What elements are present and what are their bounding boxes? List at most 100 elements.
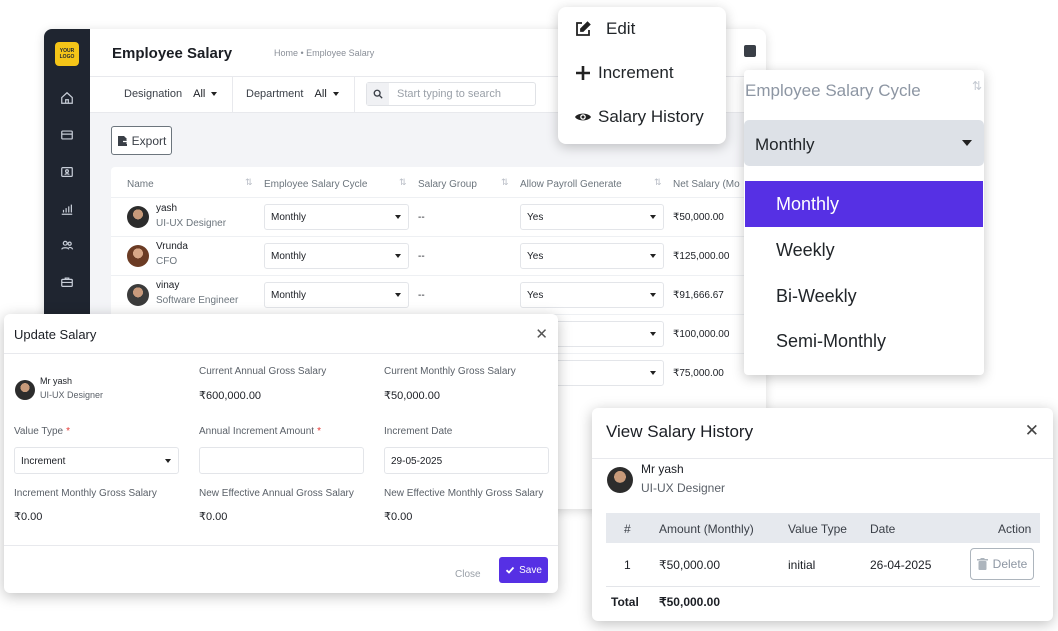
designation-value: All: [193, 88, 206, 100]
payroll-select[interactable]: Yes: [520, 282, 664, 308]
table-row: yash UI-UX Designer Monthly -- Yes ₹50,0…: [111, 197, 766, 236]
chevron-down-icon: [395, 215, 401, 219]
eye-icon: [575, 113, 591, 121]
salary-cycle-value: Monthly: [755, 135, 815, 154]
column-header-value-type: Value Type: [788, 522, 847, 536]
salary-group: --: [418, 212, 425, 223]
annual-increment-label: Annual Increment Amount *: [199, 426, 321, 437]
card-icon[interactable]: [58, 126, 76, 144]
department-value: All: [314, 88, 327, 100]
designation-filter[interactable]: Designation All: [124, 88, 218, 100]
option-weekly[interactable]: Weekly: [745, 227, 983, 273]
home-icon[interactable]: [58, 89, 76, 107]
column-header-group[interactable]: Salary Group: [418, 179, 477, 190]
column-header-name[interactable]: Name: [127, 179, 154, 190]
users-icon[interactable]: [58, 236, 76, 254]
notes-icon[interactable]: [744, 45, 756, 57]
column-header-cycle[interactable]: Employee Salary Cycle: [264, 179, 367, 190]
breadcrumb[interactable]: Home • Employee Salary: [274, 48, 374, 58]
new-annual-value: ₹0.00: [199, 511, 228, 523]
salary-cycle-select[interactable]: Monthly: [264, 282, 409, 308]
required-marker: *: [66, 426, 71, 437]
new-monthly-value: ₹0.00: [384, 511, 413, 523]
avatar: [15, 380, 35, 400]
total-value: ₹50,000.00: [659, 595, 721, 609]
chevron-down-icon: [165, 459, 171, 463]
export-button[interactable]: Export: [111, 126, 172, 155]
chevron-down-icon: [962, 140, 972, 146]
close-icon[interactable]: ✕: [535, 325, 548, 343]
search-icon: [367, 83, 389, 105]
chart-icon[interactable]: [58, 200, 76, 218]
check-icon: [505, 566, 515, 574]
option-bi-weekly[interactable]: Bi-Weekly: [745, 273, 983, 319]
annual-increment-input[interactable]: [199, 447, 364, 474]
search-input[interactable]: Start typing to search: [397, 88, 501, 100]
increment-date-input[interactable]: 29-05-2025: [384, 447, 549, 474]
increment-date-label: Increment Date: [384, 426, 453, 437]
save-button[interactable]: Save: [499, 557, 548, 583]
company-logo: YOUR LOGO: [55, 42, 79, 66]
salary-group: --: [418, 251, 425, 262]
id-card-icon[interactable]: [58, 163, 76, 181]
sort-icon[interactable]: ⇅: [399, 177, 407, 188]
salary-cycle-dropdown: Employee Salary Cycle ⇅ Monthly Monthly …: [744, 70, 984, 375]
sort-icon[interactable]: ⇅: [245, 177, 253, 188]
history-date: 26-04-2025: [870, 558, 932, 572]
menu-item-label: Salary History: [598, 107, 704, 126]
salary-cycle-select[interactable]: Monthly: [744, 120, 984, 166]
employee-role: UI-UX Designer: [40, 390, 104, 400]
net-salary: ₹75,000.00: [673, 368, 724, 379]
chevron-down-icon: [650, 371, 656, 375]
column-header-action: Action: [998, 522, 1032, 536]
screenshot-stage: YOUR LOGO Employee Salary Home • Employe…: [0, 0, 1058, 631]
plus-icon: [576, 66, 590, 80]
page-title: Employee Salary: [112, 45, 233, 62]
department-filter[interactable]: Department All: [246, 88, 339, 100]
value-type-select[interactable]: Increment: [14, 447, 179, 474]
column-header-net-salary[interactable]: Net Salary (Mo: [673, 179, 740, 190]
delete-button[interactable]: Delete: [970, 548, 1034, 580]
employee-name: Vrunda: [156, 241, 188, 252]
sort-icon[interactable]: ⇅: [501, 177, 509, 188]
menu-item-label: Edit: [606, 19, 636, 38]
chevron-down-icon: [650, 254, 656, 258]
close-button[interactable]: Close: [455, 569, 481, 580]
column-header-date: Date: [870, 522, 896, 536]
payroll-select[interactable]: Yes: [520, 204, 664, 230]
modal-title: Update Salary: [14, 327, 97, 342]
new-annual-label: New Effective Annual Gross Salary: [199, 488, 354, 499]
close-icon[interactable]: ✕: [1025, 421, 1039, 441]
menu-item-increment[interactable]: Increment: [574, 63, 674, 83]
table-row: Vrunda CFO Monthly -- Yes ₹125,000.00: [111, 236, 766, 275]
payroll-value: Yes: [527, 290, 544, 301]
modal-title: View Salary History: [606, 422, 754, 441]
payroll-select[interactable]: Yes: [520, 243, 664, 269]
chevron-down-icon: [650, 293, 656, 297]
department-label: Department: [246, 88, 304, 100]
current-annual-value: ₹600,000.00: [199, 390, 262, 402]
salary-cycle-select[interactable]: Monthly: [264, 243, 409, 269]
employee-role: CFO: [156, 256, 178, 267]
employee-name: Mr yash: [641, 462, 684, 476]
column-header-cycle: Employee Salary Cycle: [745, 81, 921, 100]
sort-icon[interactable]: ⇅: [654, 177, 662, 188]
edit-icon: [576, 21, 591, 36]
row-action-menu: Edit Increment Salary History: [558, 7, 726, 144]
briefcase-icon[interactable]: [58, 273, 76, 291]
menu-item-edit[interactable]: Edit: [574, 19, 635, 39]
export-icon: [117, 135, 129, 146]
salary-cycle-select[interactable]: Monthly: [264, 204, 409, 230]
menu-item-salary-history[interactable]: Salary History: [574, 107, 704, 127]
annual-increment-label-text: Annual Increment Amount: [199, 426, 315, 437]
option-monthly[interactable]: Monthly: [745, 181, 983, 227]
employee-role: UI-UX Designer: [641, 481, 726, 495]
value-type-label: Value Type *: [14, 426, 70, 437]
divider: [232, 77, 233, 113]
column-header-payroll[interactable]: Allow Payroll Generate: [520, 179, 622, 190]
payroll-value: Yes: [527, 212, 544, 223]
option-semi-monthly[interactable]: Semi-Monthly: [745, 318, 983, 364]
divider: [354, 77, 355, 113]
sort-icon[interactable]: ⇅: [972, 79, 982, 93]
search-box[interactable]: Start typing to search: [366, 82, 536, 106]
